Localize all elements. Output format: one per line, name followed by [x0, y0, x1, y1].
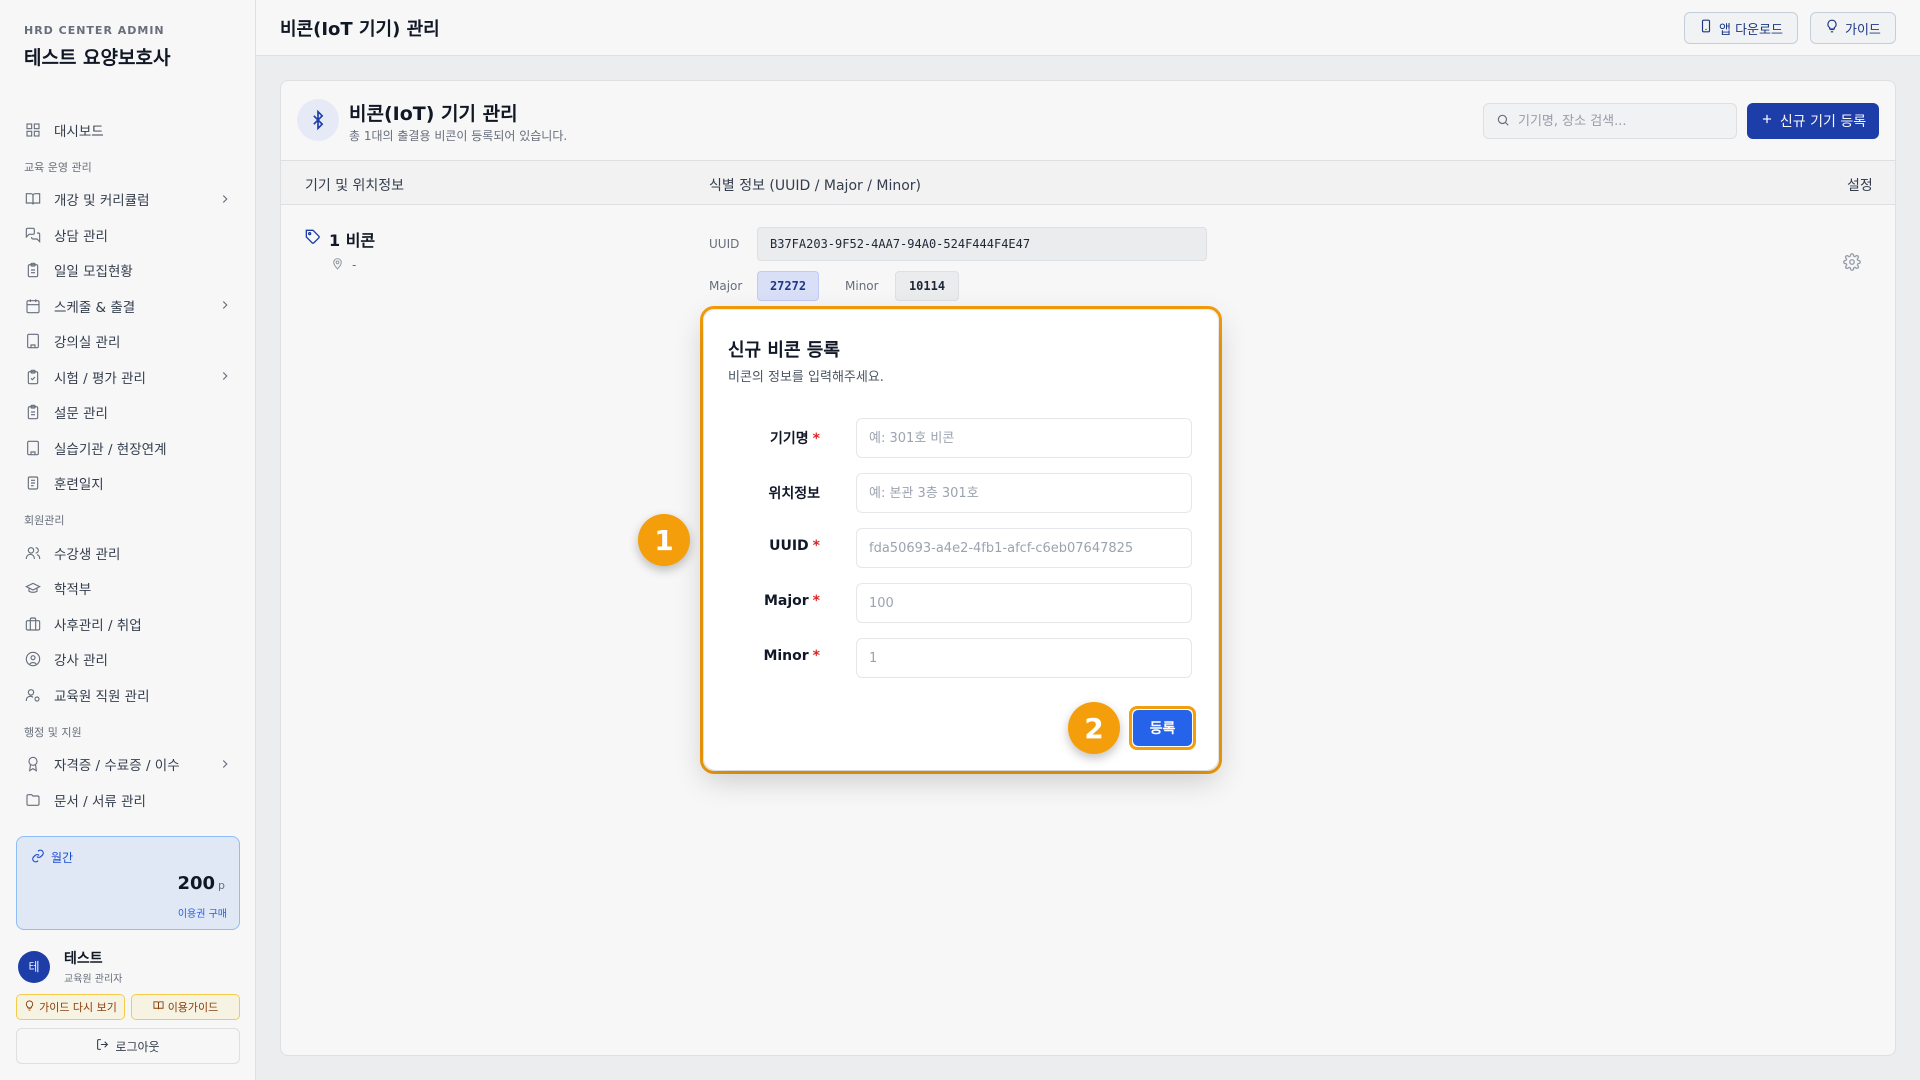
step-badge-1: 1: [638, 514, 690, 566]
step-badge-2: 2: [1068, 702, 1120, 754]
uuid-field-label: UUID *: [769, 538, 820, 554]
modal-title: 신규 비콘 등록: [728, 340, 840, 361]
new-beacon-modal: 신규 비콘 등록 비콘의 정보를 입력해주세요. 기기명* 위치정보 UUID*…: [704, 310, 1218, 770]
major-input[interactable]: [856, 583, 1192, 623]
minor-field-label: Minor *: [763, 648, 820, 664]
modal-subtitle: 비콘의 정보를 입력해주세요.: [728, 370, 884, 385]
location-label: 위치정보: [768, 486, 820, 502]
device-name-input[interactable]: [856, 418, 1192, 458]
device-name-label: 기기명 *: [770, 431, 820, 447]
major-field-label: Major *: [763, 593, 820, 609]
minor-input[interactable]: [856, 638, 1192, 678]
location-input[interactable]: [856, 473, 1192, 513]
uuid-input[interactable]: [856, 528, 1192, 568]
submit-button[interactable]: 등록: [1133, 710, 1192, 746]
